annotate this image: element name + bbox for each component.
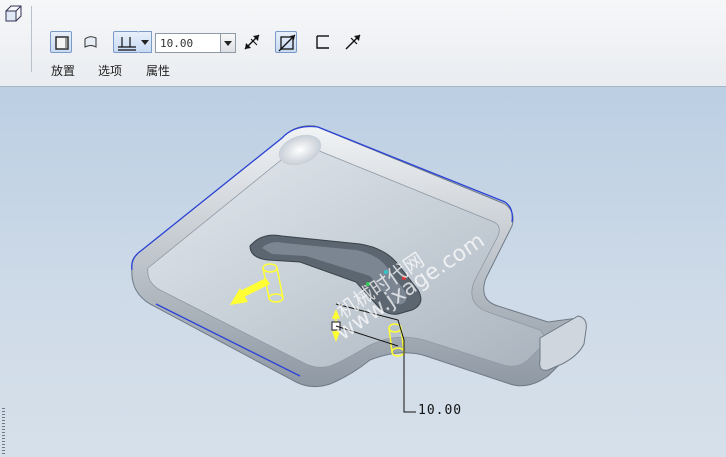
depth-value-input[interactable] [155,33,221,53]
flip-direction-icon [244,34,260,50]
tab-properties[interactable]: 属性 [146,62,170,79]
blind-depth-icon [118,37,136,51]
depth-value-dropdown[interactable] [221,33,236,53]
dashboard-separator [31,6,32,72]
surface-icon [84,36,97,48]
thicken-sketch-icon [316,35,329,49]
depth-option-dropdown[interactable] [139,31,152,53]
depth-option-button[interactable] [113,31,139,53]
remove-material-button[interactable] [275,31,297,53]
thicken-sketch-button[interactable] [312,31,334,53]
resize-grip[interactable] [2,408,5,456]
flip-material-side-button[interactable] [342,31,364,53]
feature-dashboard: 放置 选项 属性 [0,0,726,87]
solid-button[interactable] [50,31,72,53]
graphics-viewport[interactable] [0,87,726,457]
solid-icon [55,36,69,50]
remove-material-icon [278,34,296,52]
tab-options[interactable]: 选项 [98,62,122,79]
part-model [131,125,587,413]
flip-material-icon [345,34,361,50]
tab-placement[interactable]: 放置 [51,62,75,79]
flip-direction-button[interactable] [241,31,263,53]
surface-button[interactable] [80,31,102,53]
dimension-value-label[interactable]: 10.00 [418,403,462,418]
extrude-feature-icon[interactable] [3,3,25,25]
